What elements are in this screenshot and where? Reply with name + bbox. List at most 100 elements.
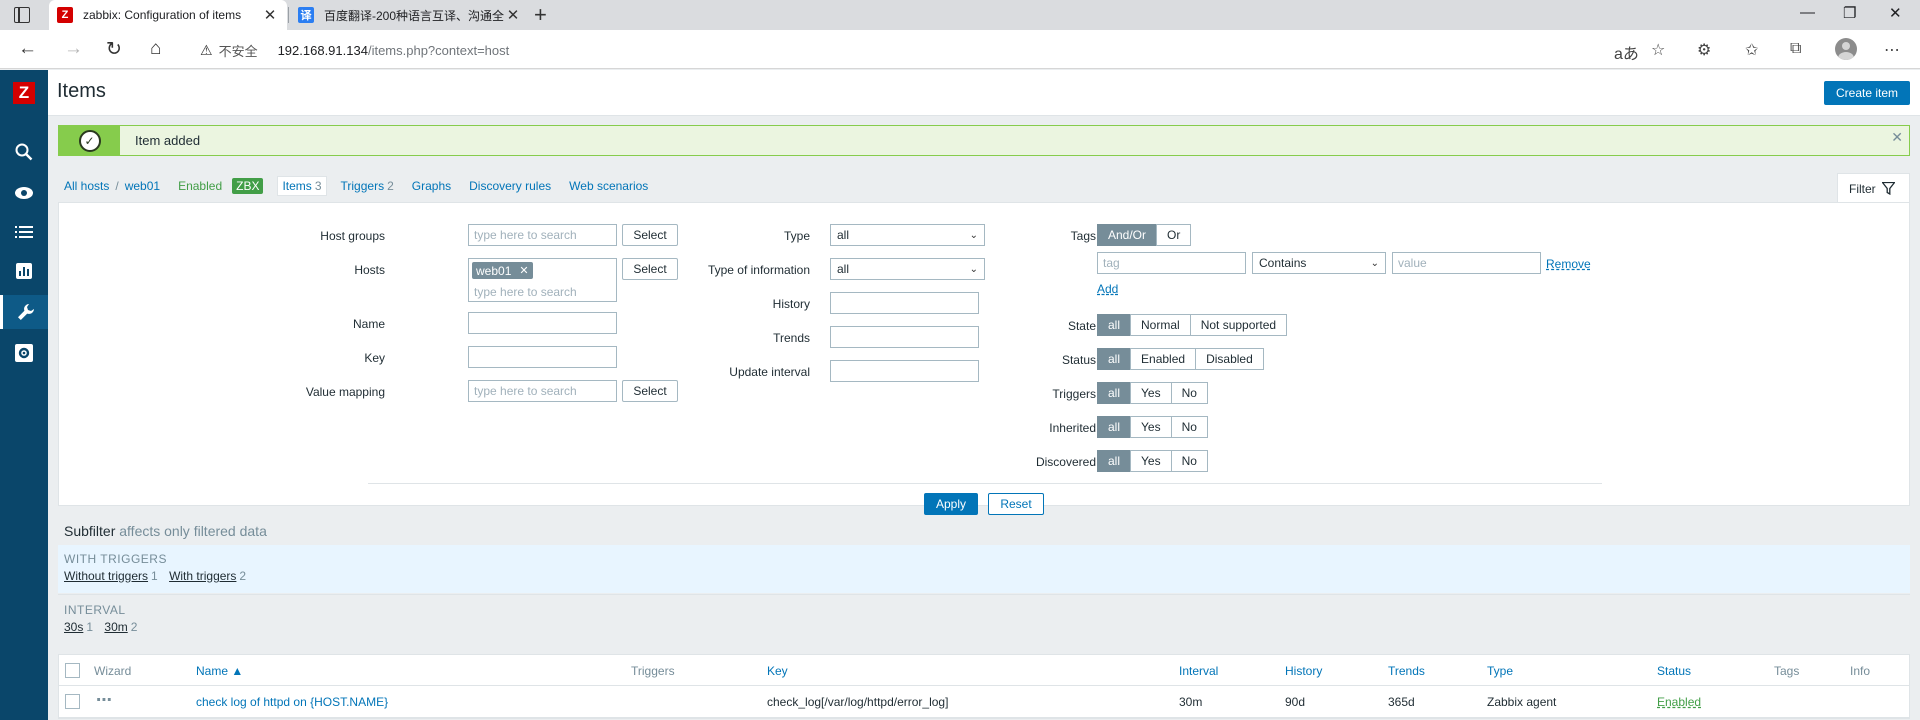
host-groups-select-button[interactable]: Select [622, 224, 678, 246]
favorite-add-icon[interactable]: ☆ [1651, 40, 1665, 60]
tag-name-input[interactable] [1097, 252, 1246, 274]
forward-icon[interactable]: → [64, 38, 83, 60]
breadcrumb-graphs[interactable]: Graphs [412, 179, 451, 193]
type-select[interactable]: all ⌄ [830, 224, 985, 246]
close-message-icon[interactable]: ✕ [1891, 129, 1903, 146]
wizard-menu-icon[interactable]: ⋯ [96, 690, 113, 710]
favorites-icon[interactable]: ✩ [1745, 40, 1758, 60]
discovered-all-option[interactable]: all [1097, 450, 1132, 472]
remove-chip-icon[interactable]: ✕ [519, 264, 528, 277]
subfilter-interval-30m[interactable]: 30m [104, 620, 127, 634]
reset-button[interactable]: Reset [988, 493, 1044, 515]
success-box: ✓ [59, 126, 120, 155]
breadcrumb-web-scenarios[interactable]: Web scenarios [569, 179, 648, 193]
apply-button[interactable]: Apply [924, 493, 978, 515]
item-name-link[interactable]: check log of httpd on {HOST.NAME} [196, 695, 388, 709]
reload-icon[interactable]: ↻ [106, 38, 122, 61]
zabbix-favicon-icon: Z [57, 7, 73, 23]
breadcrumb-triggers[interactable]: Triggers 2 [341, 179, 394, 193]
home-icon[interactable]: ⌂ [150, 38, 161, 60]
close-tab-icon[interactable]: ✕ [504, 6, 522, 24]
state-all-option[interactable]: all [1097, 314, 1132, 336]
status-all-option[interactable]: all [1097, 348, 1132, 370]
breadcrumb-separator: / [115, 179, 119, 193]
administration-gear-icon[interactable] [0, 336, 48, 370]
inherited-all-option[interactable]: all [1097, 416, 1132, 438]
update-interval-input[interactable] [830, 360, 979, 382]
collections-icon[interactable]: ⧉ [1790, 40, 1801, 58]
triggers-no-option[interactable]: No [1170, 382, 1208, 404]
filter-tab[interactable]: Filter [1837, 173, 1910, 203]
header-history-sort[interactable]: History [1285, 664, 1322, 678]
remove-tag-link[interactable]: Remove [1546, 257, 1591, 271]
breadcrumb-all-hosts[interactable]: All hosts [64, 179, 109, 193]
profile-avatar[interactable] [1835, 38, 1857, 60]
header-type-sort[interactable]: Type [1487, 664, 1513, 678]
subfilter-with-triggers-option[interactable]: With triggers [169, 569, 236, 583]
history-input[interactable] [830, 292, 979, 314]
type-of-information-select[interactable]: all ⌄ [830, 258, 985, 280]
state-normal-option[interactable]: Normal [1130, 314, 1191, 336]
filter-divider [368, 483, 1602, 484]
back-icon[interactable]: ← [18, 38, 37, 60]
close-tab-icon[interactable]: ✕ [261, 6, 279, 24]
reports-chart-icon[interactable] [0, 254, 48, 288]
browser-tab-zabbix[interactable]: Z zabbix: Configuration of items ✕ [49, 0, 287, 30]
tag-value-input[interactable] [1392, 252, 1541, 274]
tags-or-option[interactable]: Or [1156, 224, 1192, 246]
header-name-sort[interactable]: Name ▲ [196, 664, 243, 678]
browser-tab-baidu[interactable]: 译 百度翻译-200种语言互译、沟通全 ✕ [290, 0, 530, 30]
search-icon[interactable] [0, 135, 48, 169]
inherited-yes-option[interactable]: Yes [1130, 416, 1172, 438]
extensions-icon[interactable]: ⚙ [1697, 40, 1711, 60]
select-all-checkbox[interactable] [65, 663, 80, 678]
inventory-list-icon[interactable] [0, 215, 48, 249]
add-tag-link[interactable]: Add [1097, 282, 1118, 296]
url-field[interactable]: ⚠ 不安全 192.168.91.134/items.php?context=h… [200, 41, 509, 60]
tag-operator-select[interactable]: Contains ⌄ [1252, 252, 1386, 274]
trends-input[interactable] [830, 326, 979, 348]
name-input[interactable] [468, 312, 617, 334]
key-input[interactable] [468, 346, 617, 368]
discovered-no-option[interactable]: No [1170, 450, 1208, 472]
status-enabled-option[interactable]: Enabled [1130, 348, 1197, 370]
host-groups-input[interactable] [468, 224, 617, 246]
breadcrumb-items-current[interactable]: Items 3 [277, 176, 327, 196]
header-status-sort[interactable]: Status [1657, 664, 1691, 678]
triggers-all-option[interactable]: all [1097, 382, 1132, 404]
restore-icon[interactable]: ❐ [1843, 4, 1856, 22]
header-key-sort[interactable]: Key [767, 664, 788, 678]
hosts-select-button[interactable]: Select [622, 258, 678, 280]
tab-actions-icon[interactable] [14, 7, 30, 23]
breadcrumb-host[interactable]: web01 [125, 179, 160, 193]
header-interval-sort[interactable]: Interval [1179, 664, 1218, 678]
value-mapping-select-button[interactable]: Select [622, 380, 678, 402]
triggers-toggle: all Yes No [1097, 382, 1208, 404]
subfilter-interval-30s[interactable]: 30s [64, 620, 83, 634]
status-disabled-option[interactable]: Disabled [1195, 348, 1264, 370]
new-tab-icon[interactable]: + [534, 2, 547, 28]
url-path: /items.php?context=host [367, 43, 510, 58]
type-label: Type [783, 229, 810, 243]
item-status-toggle[interactable]: Enabled [1657, 695, 1701, 709]
window-close-icon[interactable]: ✕ [1889, 4, 1902, 22]
state-not-supported-option[interactable]: Not supported [1189, 314, 1288, 336]
hosts-multiselect[interactable]: web01 ✕ type here to search [468, 258, 617, 302]
more-menu-icon[interactable]: ⋯ [1884, 40, 1900, 60]
value-mapping-input[interactable] [468, 380, 617, 402]
row-checkbox[interactable] [65, 694, 80, 709]
read-aloud-icon[interactable]: aあ [1614, 40, 1639, 64]
tags-andor-option[interactable]: And/Or [1097, 224, 1158, 246]
minimize-icon[interactable]: — [1800, 4, 1815, 21]
discovered-yes-option[interactable]: Yes [1130, 450, 1172, 472]
header-trends-sort[interactable]: Trends [1388, 664, 1425, 678]
warning-icon: ⚠ [200, 42, 213, 58]
breadcrumb-discovery-rules[interactable]: Discovery rules [469, 179, 551, 193]
inherited-no-option[interactable]: No [1170, 416, 1208, 438]
triggers-yes-option[interactable]: Yes [1130, 382, 1172, 404]
zabbix-logo[interactable]: Z [13, 82, 35, 104]
configuration-wrench-icon[interactable] [0, 295, 48, 329]
subfilter-without-triggers[interactable]: Without triggers [64, 569, 148, 583]
monitoring-eye-icon[interactable] [0, 176, 48, 210]
create-item-button[interactable]: Create item [1824, 81, 1910, 105]
